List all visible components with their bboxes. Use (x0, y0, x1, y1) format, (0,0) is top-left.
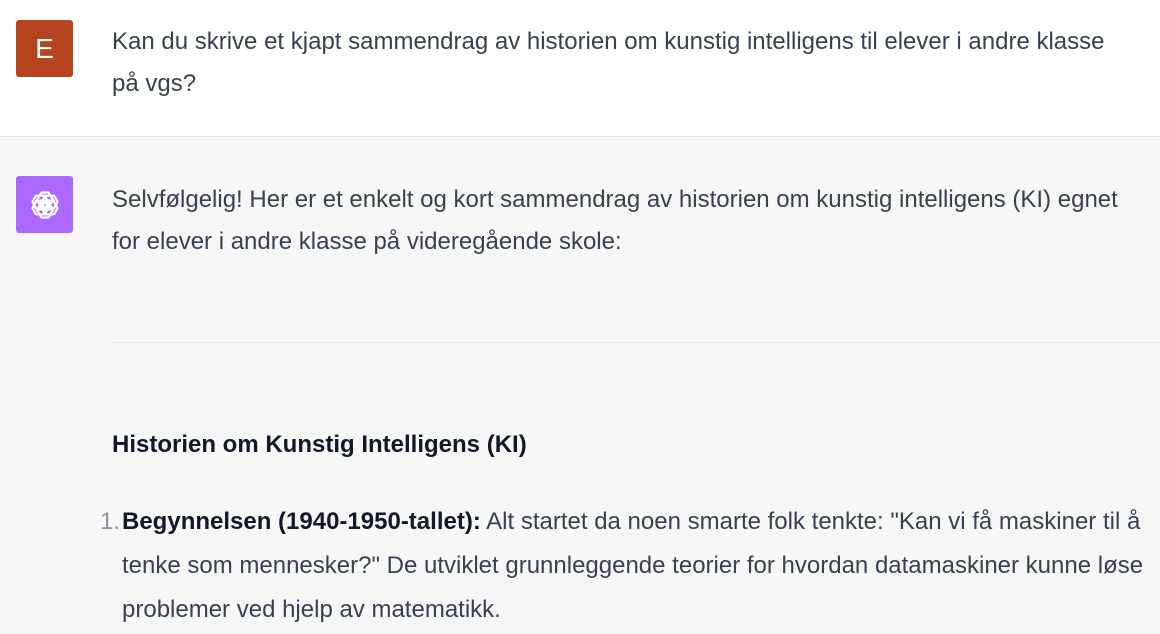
assistant-heading: Historien om Kunstig Intelligens (KI) (112, 431, 527, 458)
list-item-number: 1. (99, 508, 120, 535)
horizontal-divider (112, 342, 1160, 343)
assistant-avatar (16, 176, 73, 233)
user-message-text: Kan du skrive et kjapt sammendrag av his… (112, 28, 1105, 97)
user-avatar-letter: E (35, 32, 54, 64)
list-item-body: Begynnelsen (1940-1950-tallet): Alt star… (122, 500, 1152, 632)
assistant-message-row: Selvfølgelig! Her er et enkelt og kort s… (0, 137, 1160, 634)
user-avatar: E (16, 20, 73, 77)
user-message-row: E Kan du skrive et kjapt sammendrag av h… (0, 0, 1160, 137)
assistant-intro-text: Selvfølgelig! Her er et enkelt og kort s… (112, 186, 1118, 255)
list-item-title: Begynnelsen (1940-1950-tallet): (122, 508, 481, 535)
openai-logo-icon (30, 190, 59, 219)
